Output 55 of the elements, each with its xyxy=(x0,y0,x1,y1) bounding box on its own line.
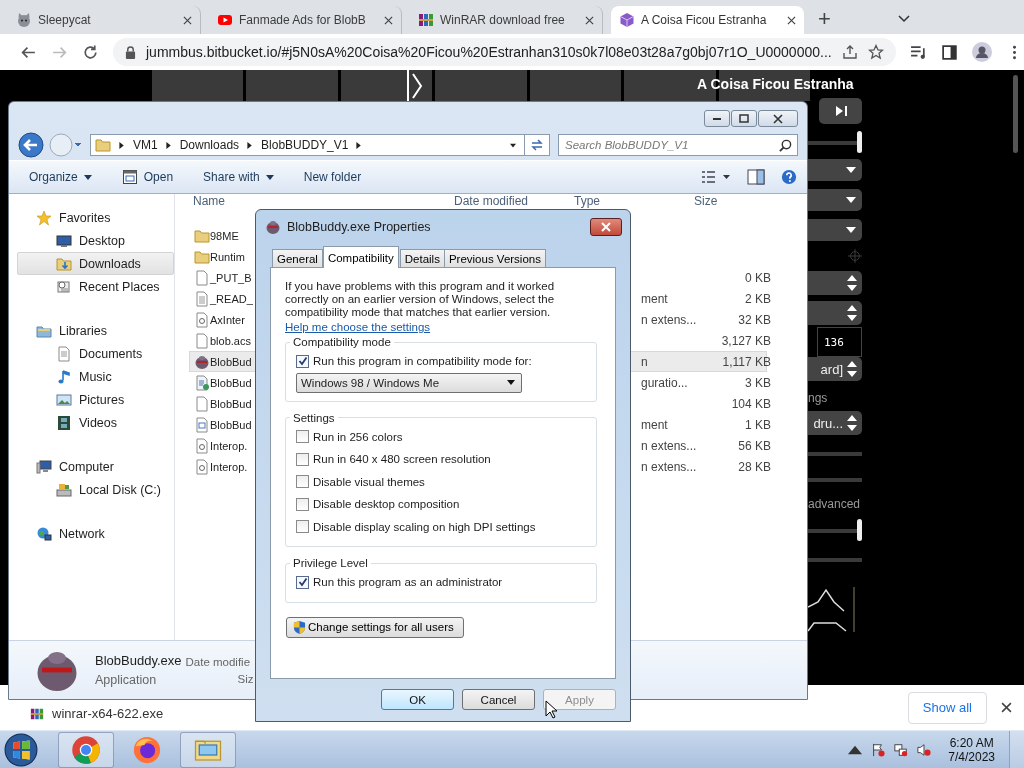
file-name: Runtim xyxy=(210,250,246,263)
field-label: Siz xyxy=(237,672,254,685)
file-name: BlobBuddy.exe xyxy=(95,653,182,668)
setting-label: ngs xyxy=(808,391,829,405)
file-name: _PUT_B xyxy=(210,271,253,284)
file-name: 98ME xyxy=(210,229,240,242)
file-type: n extens... xyxy=(641,438,697,453)
file-name: Interop. xyxy=(210,460,249,473)
tab-title: Sleepycat xyxy=(38,13,92,27)
checkbox-label: Run this program in compatibility mode for: xyxy=(313,355,532,368)
time-text: 6:20 AM xyxy=(949,735,994,750)
intro-paragraph: If you have problems with this program and it worked correctly on an earlier version of Windows, select the compatibility mode that matches that earlier version. xyxy=(285,280,556,319)
date-text: 7/4/2023 xyxy=(948,749,995,764)
file-name: BlobBud xyxy=(210,376,253,389)
file-type: ment xyxy=(641,417,668,432)
file-type: Application xyxy=(95,673,158,687)
file-size: 104 KB xyxy=(731,396,771,411)
file-size: 32 KB xyxy=(738,312,771,327)
file-size: 3 KB xyxy=(745,375,771,390)
file-size: 56 KB xyxy=(738,438,771,453)
checkbox-label: Disable desktop composition xyxy=(313,498,460,511)
group-title: Privilege Level xyxy=(292,557,369,569)
dialog-title: BlobBuddy.exe Properties xyxy=(287,220,431,234)
checkbox-label: Disable display scaling on high DPI settings xyxy=(313,520,536,533)
group-title: Settings xyxy=(292,411,336,424)
url-text: jummbus.bitbucket.io/#j5N0sA%20Coisa%20Ficou%20Estranhan310s0k7l08e03t28a7g0bj07r1O_U0000000... xyxy=(146,44,832,60)
checkbox-label: Run this program as an administrator xyxy=(313,576,503,589)
checkbox-label: Run in 256 colors xyxy=(313,430,403,443)
file-name: BlobBud xyxy=(210,355,253,368)
file-name: blob.acs xyxy=(210,334,252,347)
file-size: 0 KB xyxy=(745,270,771,285)
file-size: 28 KB xyxy=(738,459,771,474)
file-size: 3,127 KB xyxy=(721,333,771,348)
checkbox-label: Disable visual themes xyxy=(313,475,425,488)
file-type: n extens... xyxy=(641,312,697,327)
tab-title: WinRAR download free xyxy=(440,13,566,27)
song-title: A Coisa Ficou Estranha xyxy=(697,76,854,92)
file-name: BlobBud xyxy=(210,397,253,410)
file-type: ment xyxy=(641,291,668,306)
file-name: Interop. xyxy=(210,439,249,452)
setting-label: advanced xyxy=(808,497,862,511)
file-size: 2 KB xyxy=(745,291,771,306)
file-size: 1,117 KB xyxy=(722,354,771,369)
file-name: _READ_ xyxy=(210,292,254,305)
field-label: Date modifie xyxy=(185,655,252,668)
checkbox-label: Run in 640 x 480 screen resolution xyxy=(313,453,491,466)
file-size: 1 KB xyxy=(745,417,771,432)
file-type: n xyxy=(641,354,648,369)
file-type: n extens... xyxy=(641,459,697,474)
file-name: BlobBud xyxy=(210,418,253,431)
tab-title: Fanmade Ads for BlobB xyxy=(239,13,367,27)
file-type: guratio... xyxy=(641,375,688,390)
group-title: Compatibility mode xyxy=(292,336,392,348)
tab-title: A Coisa Ficou Estranha xyxy=(641,13,768,27)
file-name: AxInter xyxy=(210,313,246,326)
